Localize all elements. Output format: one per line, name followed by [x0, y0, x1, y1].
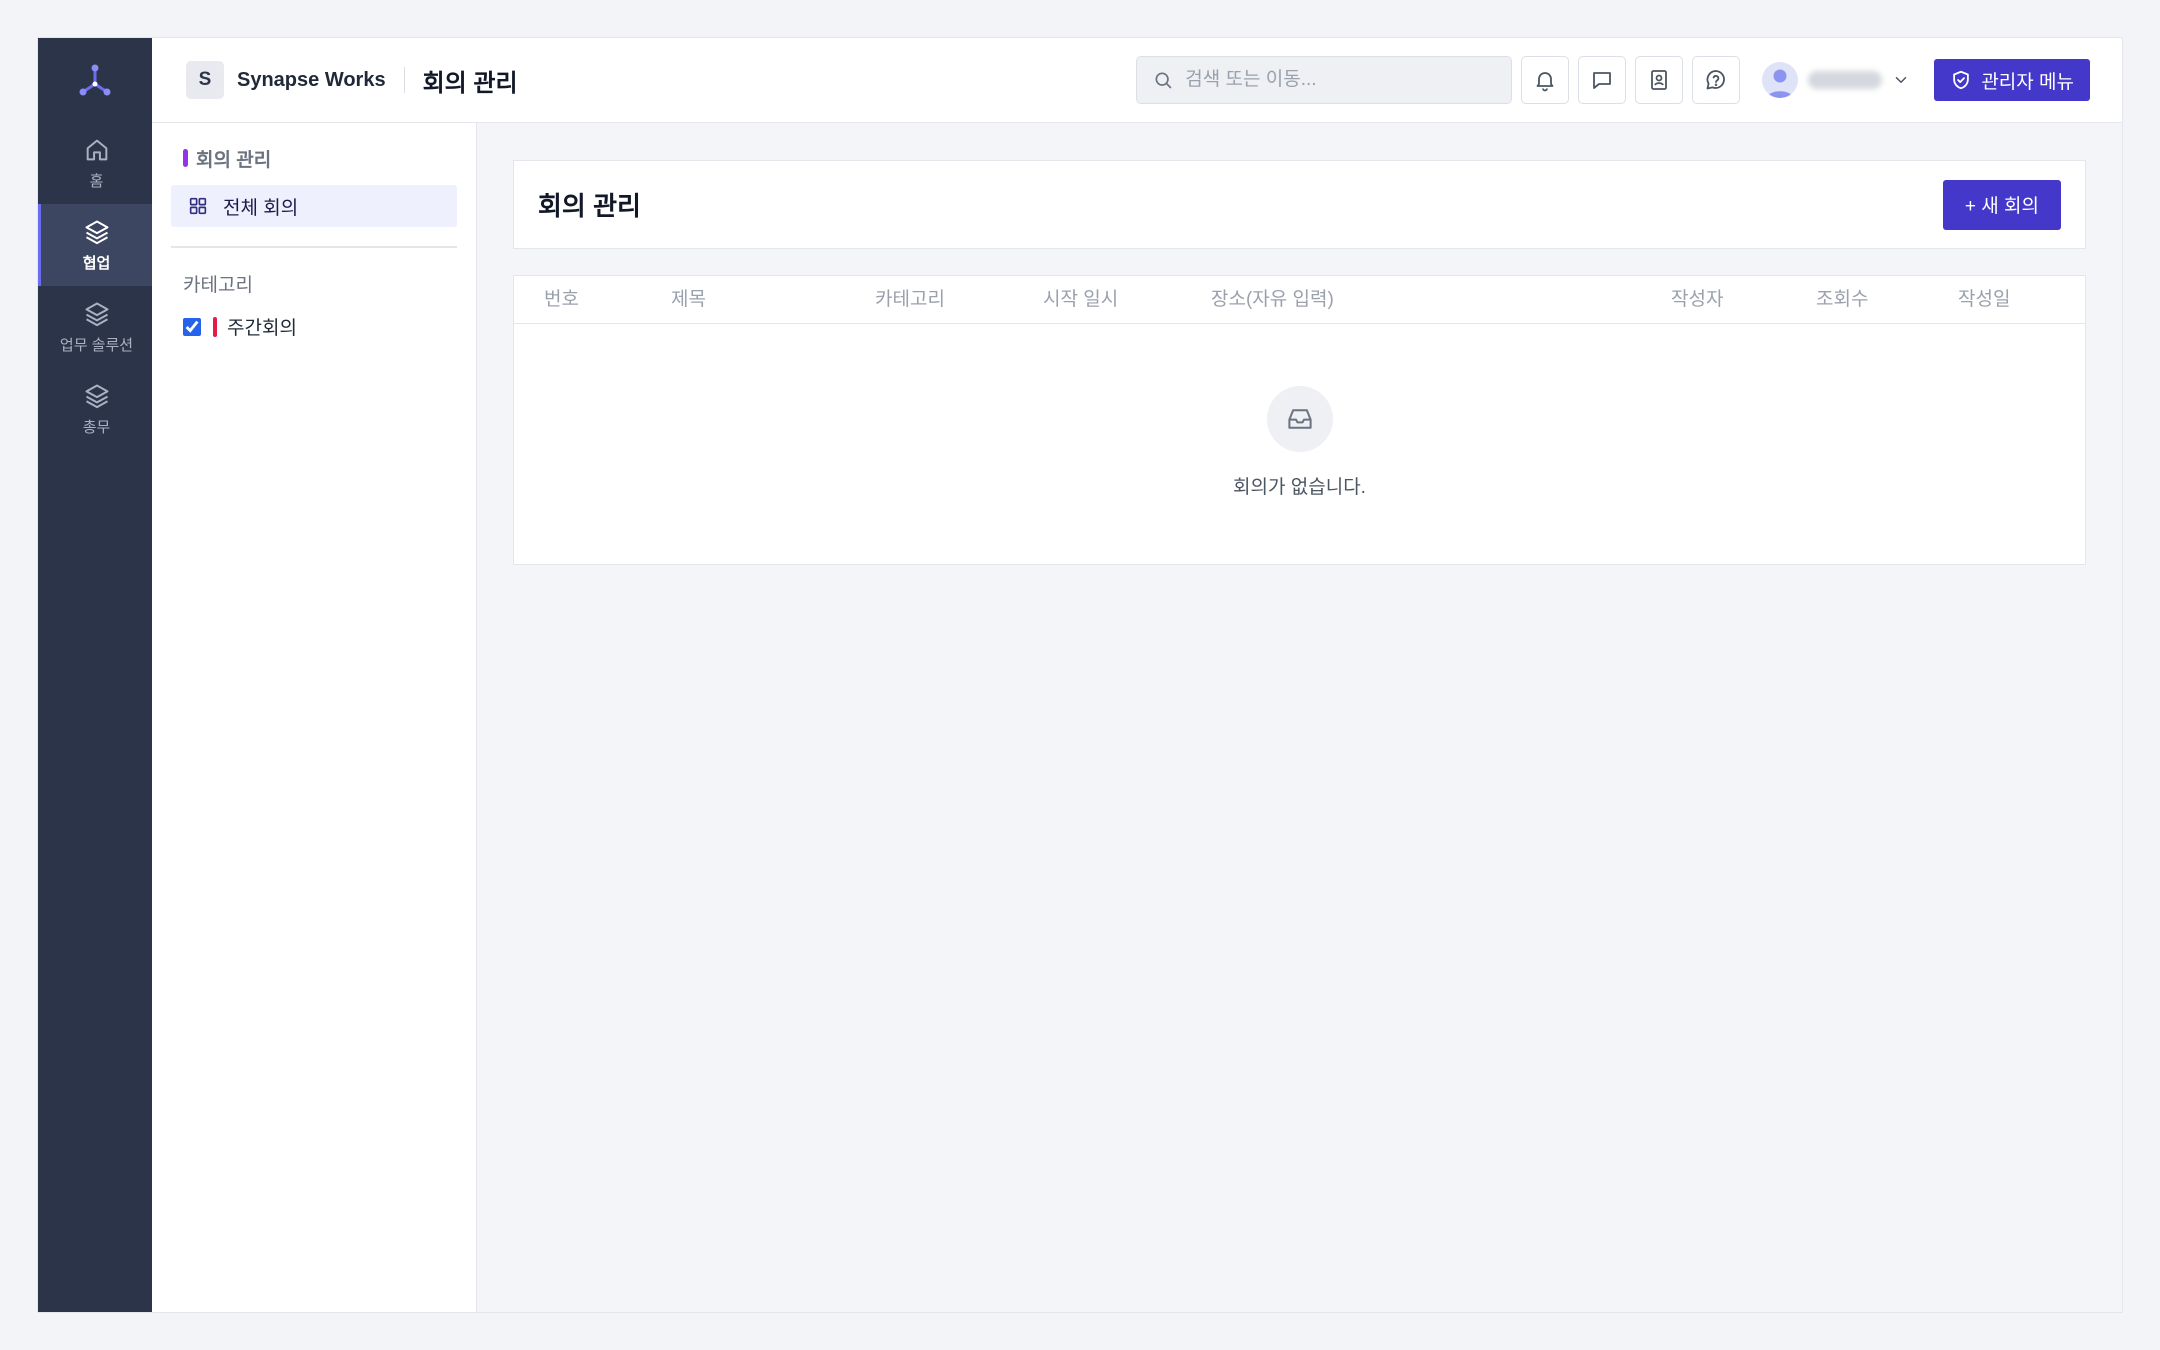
column-header-start-time[interactable]: 시작 일시 [1043, 276, 1118, 324]
new-meeting-button[interactable]: + 새 회의 [1942, 179, 2061, 230]
search-box[interactable] [1136, 56, 1513, 104]
home-icon [86, 139, 107, 160]
logo-icon [79, 64, 111, 96]
subnav-item-label: 전체 회의 [223, 197, 299, 219]
column-header-views[interactable]: 조회수 [1816, 276, 1868, 324]
category-color-bar [213, 316, 217, 337]
column-header-location[interactable]: 장소(자유 입력) [1211, 276, 1334, 324]
contacts-icon [1651, 70, 1668, 90]
app-window: 홈 협업 업무 솔루션 총무 S Synapse Works 회의 관리 검색 … [37, 37, 2123, 1313]
messages-button[interactable] [1578, 56, 1627, 104]
chevron-down-icon [1896, 77, 1907, 83]
rail-item-label: 협업 [82, 254, 111, 272]
left-rail: 홈 협업 업무 솔루션 총무 [38, 38, 152, 1312]
content-header-card: 회의 관리 + 새 회의 [513, 160, 2086, 249]
shield-check-icon [1953, 70, 1970, 90]
column-header-created[interactable]: 작성일 [1958, 276, 2010, 324]
divider [171, 246, 457, 248]
subnav-section-header: 회의 관리 [171, 145, 457, 171]
app-logo[interactable] [38, 38, 152, 122]
rail-item-work-solutions[interactable]: 업무 솔루션 [38, 286, 152, 368]
avatar [1762, 62, 1799, 98]
main-area: S Synapse Works 회의 관리 검색 또는 이동... 관리자 메뉴… [152, 38, 2122, 1312]
inbox-icon [1287, 409, 1312, 429]
content-title: 회의 관리 [538, 191, 641, 221]
bell-icon [1536, 72, 1554, 92]
layers-icon [85, 384, 108, 408]
column-header-number[interactable]: 번호 [544, 276, 579, 324]
layers-icon [85, 220, 108, 244]
empty-state: 회의가 없습니다. [514, 324, 2085, 564]
top-bar: S Synapse Works 회의 관리 검색 또는 이동... 관리자 메뉴 [152, 38, 2122, 123]
rail-item-general-affairs[interactable]: 총무 [38, 368, 152, 450]
user-name-blurred [1808, 71, 1883, 89]
search-icon [1155, 72, 1172, 89]
category-checkbox[interactable] [183, 317, 201, 336]
contacts-button[interactable] [1635, 56, 1684, 104]
table-header: 번호 제목 카테고리 시작 일시 장소(자유 입력) 작성자 조회수 작성일 [514, 276, 2085, 324]
sub-sidebar: 회의 관리 전체 회의 카테고리 주간회의 [152, 123, 477, 1312]
org-name[interactable]: Synapse Works [237, 69, 386, 92]
page-title: 회의 관리 [422, 69, 518, 97]
column-header-title[interactable]: 제목 [671, 276, 706, 324]
rail-item-label: 총무 [82, 418, 111, 436]
empty-state-text: 회의가 없습니다. [1233, 477, 1366, 498]
user-menu[interactable] [1762, 62, 1910, 98]
meetings-table: 번호 제목 카테고리 시작 일시 장소(자유 입력) 작성자 조회수 작성일 회… [513, 275, 2086, 565]
column-header-author[interactable]: 작성자 [1671, 276, 1723, 324]
admin-menu-button[interactable]: 관리자 메뉴 [1934, 59, 2090, 101]
rail-item-home[interactable]: 홈 [38, 122, 152, 204]
help-button[interactable] [1692, 56, 1741, 104]
page-body: 회의 관리 전체 회의 카테고리 주간회의 회의 관리 + 새 회의 번호 제목… [152, 123, 2122, 1312]
help-icon [1706, 70, 1726, 90]
empty-state-badge [1266, 386, 1333, 452]
column-header-category[interactable]: 카테고리 [875, 276, 945, 324]
rail-item-label: 업무 솔루션 [59, 336, 134, 354]
section-accent-bar [183, 149, 188, 167]
grid-icon [189, 197, 207, 215]
user-icon [1767, 69, 1794, 98]
notifications-button[interactable] [1521, 56, 1570, 104]
subnav-section-title: 회의 관리 [196, 149, 272, 171]
rail-item-label: 홈 [89, 172, 104, 190]
search-input[interactable] [1185, 69, 1496, 91]
category-item-weekly[interactable]: 주간회의 [171, 313, 457, 340]
subnav-item-all-meetings[interactable]: 전체 회의 [171, 185, 457, 227]
header-divider [403, 67, 405, 93]
org-badge[interactable]: S [186, 61, 224, 99]
category-heading: 카테고리 [183, 275, 253, 296]
content-area: 회의 관리 + 새 회의 번호 제목 카테고리 시작 일시 장소(자유 입력) … [477, 123, 2122, 1312]
chat-icon [1593, 72, 1612, 89]
category-label: 주간회의 [227, 318, 297, 339]
layers-icon [85, 302, 108, 326]
rail-item-collaboration[interactable]: 협업 [38, 204, 152, 286]
admin-menu-label: 관리자 메뉴 [1981, 71, 2074, 93]
